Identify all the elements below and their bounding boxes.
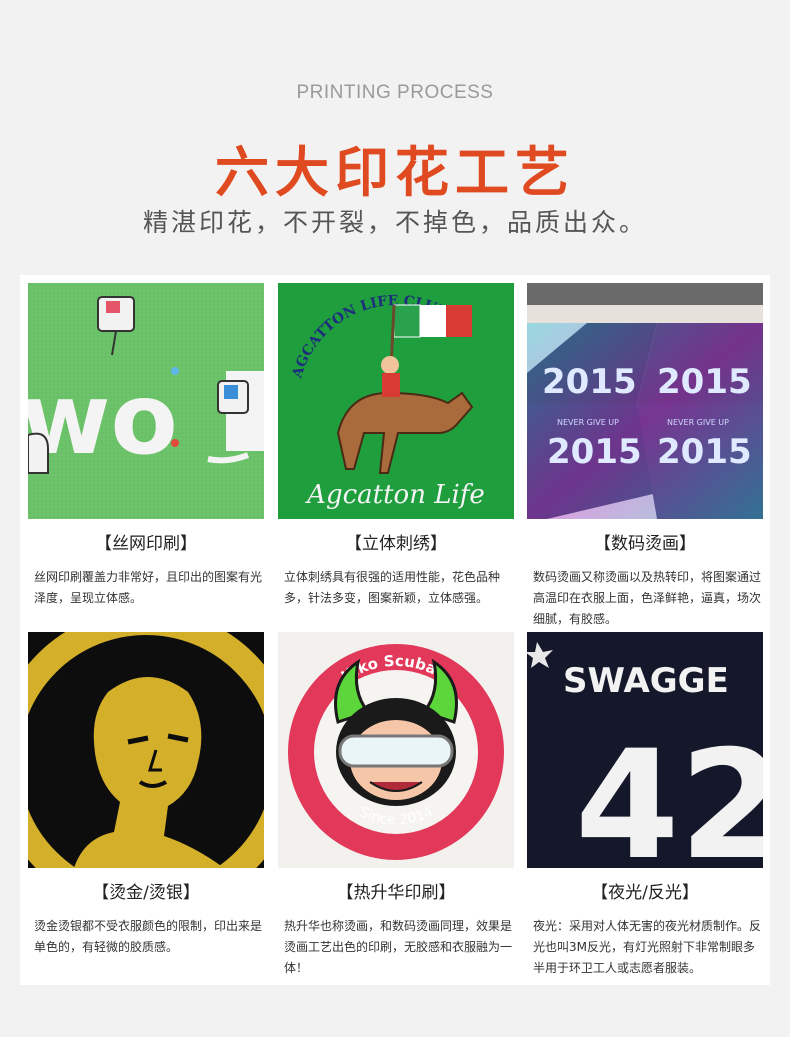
wo-letters: wo: [28, 363, 178, 477]
process-grid: wo 【丝网印刷】 丝网印刷覆盖力非常好，且印出的图案有光泽度，呈现立体感。 A…: [20, 275, 770, 985]
slogan-text: NEVER GIVE UP: [667, 418, 729, 427]
embroidery-script-text: Agcatton Life: [305, 480, 485, 510]
tagline: 精湛印花，不开裂，不掉色，品质出众。: [142, 208, 647, 237]
page-title: 六大印花工艺: [215, 141, 575, 204]
embroidery-image: AGCATTON LIFE CLUB Agcatton Life: [278, 283, 514, 519]
screen-printing-image: wo: [28, 283, 264, 519]
jersey-number: 42: [575, 719, 763, 868]
card-description: 夜光：采用对人体无害的夜光材质制作。反光也叫3M反光，有灯光照射下非常制眼多半用…: [533, 919, 762, 975]
swagger-text: SWAGGE: [563, 661, 729, 701]
card-caption: 【烫金/烫银】: [92, 883, 200, 903]
card-description: 丝网印刷覆盖力非常好，且印出的图案有光泽度，呈现立体感。: [34, 570, 263, 605]
year-text: 2015: [657, 432, 752, 472]
year-text: 2015: [657, 362, 752, 402]
year-text: 2015: [542, 362, 637, 402]
reflective-image: SWAGGE 42: [527, 632, 763, 868]
card-description: 烫金烫银都不受衣服颜色的限制，印出来是单色的，有轻微的胶质感。: [34, 919, 263, 954]
subtitle-english: PRINTING PROCESS: [296, 82, 494, 103]
card-caption: 【立体刺绣】: [345, 534, 447, 554]
sublimation-image: Kiko Scuba Since 2014: [278, 632, 514, 868]
card-caption: 【丝网印刷】: [95, 534, 197, 554]
slogan-text: NEVER GIVE UP: [557, 418, 619, 427]
card-description: 立体刺绣具有很强的适用性能，花色品种多，针法多变，图案新颖，立体感强。: [284, 570, 501, 605]
card-description: 热升华也称烫画，和数码烫画同理，效果是烫画工艺出色的印刷，无胶感和衣服融为一体！: [284, 919, 513, 975]
card-caption: 【数码烫画】: [594, 534, 696, 554]
card-caption: 【夜光/反光】: [591, 883, 699, 903]
card-description: 数码烫画又称烫画以及热转印，将图案通过高温印在衣服上面，色泽鲜艳，逼真，场次细腻…: [533, 570, 762, 626]
digital-transfer-image: 2015 2015 2015 2015 NEVER GIVE UP NEVER …: [527, 283, 763, 519]
header: PRINTING PROCESS 六大印花工艺 精湛印花，不开裂，不掉色，品质出…: [0, 0, 790, 280]
year-text: 2015: [547, 432, 642, 472]
hot-stamping-image: [28, 632, 264, 868]
card-caption: 【热升华印刷】: [336, 883, 456, 903]
